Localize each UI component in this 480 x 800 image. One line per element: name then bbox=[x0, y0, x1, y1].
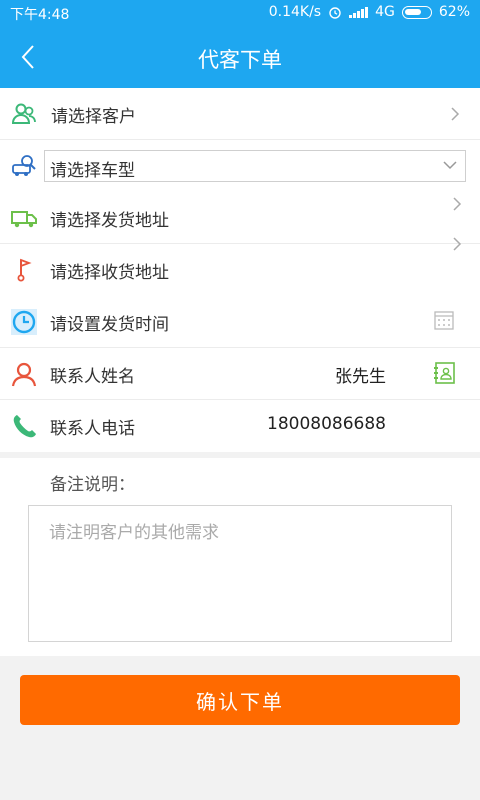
address-group: 请选择发货地址 请选择收货地址 bbox=[0, 192, 480, 296]
contact-name-value[interactable]: 张先生 bbox=[335, 362, 386, 387]
vehicle-select-row: 请选择车型 bbox=[0, 140, 480, 192]
chevron-right-icon bbox=[453, 197, 462, 211]
vehicle-search-icon bbox=[12, 155, 36, 176]
customer-select-row[interactable]: 请选择客户 bbox=[0, 88, 480, 140]
flag-icon bbox=[17, 258, 32, 282]
ship-to-row[interactable]: 请选择收货地址 bbox=[0, 244, 480, 296]
vehicle-type-select[interactable]: 请选择车型 bbox=[44, 150, 466, 182]
vehicle-select-label: 请选择车型 bbox=[50, 161, 135, 181]
app-header: 代客下单 bbox=[0, 26, 480, 88]
customer-vehicle-group: 请选择客户 请选择车型 bbox=[0, 88, 480, 192]
contact-phone-row: 联系人电话 18008086688 bbox=[0, 400, 480, 452]
contact-name-label: 联系人姓名 bbox=[50, 367, 135, 387]
time-contact-group: 请设置发货时间 联系人姓名 张先生 联系人电话 18008086688 bbox=[0, 296, 480, 452]
confirm-order-button[interactable]: 确认下单 bbox=[20, 675, 460, 725]
ship-to-label: 请选择收货地址 bbox=[50, 263, 169, 283]
chevron-right-icon bbox=[453, 237, 462, 251]
clock-icon bbox=[11, 309, 37, 335]
network-type: 4G bbox=[375, 4, 395, 20]
chevron-right-icon bbox=[451, 107, 460, 121]
ship-from-row[interactable]: 请选择发货地址 bbox=[0, 192, 480, 244]
page-title: 代客下单 bbox=[198, 48, 282, 72]
remark-section: 备注说明： bbox=[0, 458, 480, 656]
customer-icon bbox=[11, 103, 36, 124]
truck-icon bbox=[11, 211, 37, 228]
status-right: 0.14K/s 4G 62% bbox=[269, 4, 470, 20]
address-book-icon[interactable] bbox=[434, 362, 456, 384]
signal-icon bbox=[349, 6, 369, 18]
ship-from-label: 请选择发货地址 bbox=[50, 211, 169, 231]
ship-time-label: 请设置发货时间 bbox=[50, 315, 169, 335]
ship-time-row[interactable]: 请设置发货时间 bbox=[0, 296, 480, 348]
contact-name-row: 联系人姓名 张先生 bbox=[0, 348, 480, 400]
customer-select-label: 请选择客户 bbox=[51, 107, 136, 127]
calendar-icon[interactable] bbox=[434, 310, 454, 330]
alarm-icon bbox=[329, 7, 341, 19]
contact-phone-label: 联系人电话 bbox=[50, 419, 135, 439]
remark-textarea[interactable] bbox=[28, 505, 452, 642]
status-bar: 下午4:48 0.14K/s 4G 62% bbox=[0, 0, 480, 26]
battery-level: 62% bbox=[438, 4, 470, 20]
remark-label: 备注说明： bbox=[50, 475, 135, 495]
person-icon bbox=[11, 362, 37, 387]
chevron-down-icon bbox=[443, 161, 457, 170]
status-time: 下午4:48 bbox=[10, 7, 70, 23]
contact-phone-value[interactable]: 18008086688 bbox=[267, 414, 386, 434]
battery-icon bbox=[401, 5, 432, 19]
net-speed: 0.14K/s bbox=[268, 4, 322, 20]
phone-icon bbox=[13, 415, 37, 438]
